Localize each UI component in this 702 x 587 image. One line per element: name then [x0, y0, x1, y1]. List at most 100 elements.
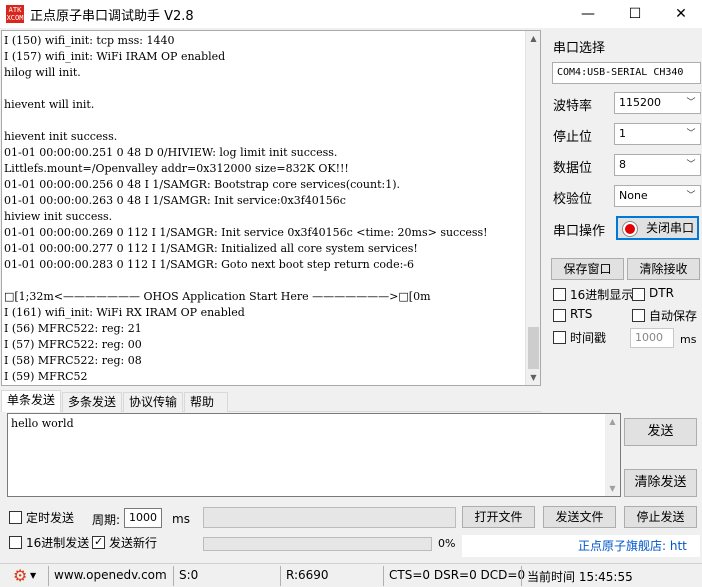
port-status-led-icon — [623, 222, 637, 236]
status-divider — [383, 566, 384, 586]
send-newline-checkbox[interactable] — [92, 535, 105, 549]
period-input[interactable]: 1000 — [124, 508, 162, 528]
data-bits-select[interactable]: 8 ﹀ — [614, 154, 701, 176]
app-window: ATK XCOM 正点原子串口调试助手 V2.8 — ☐ ✕ I (150) w… — [0, 0, 702, 587]
period-unit: ms — [172, 512, 190, 526]
receive-line — [4, 81, 526, 97]
receive-textarea[interactable]: I (150) wifi_init: tcp mss: 1440 I (157) … — [1, 30, 541, 386]
port-select[interactable]: COM4:USB-SERIAL CH340 — [552, 62, 701, 84]
open-file-button[interactable]: 打开文件 — [462, 506, 535, 528]
receive-line: hievent will init. — [4, 98, 95, 111]
receive-line: 01-01 00:00:00.277 0 112 I 1/SAMGR: Init… — [4, 242, 418, 255]
title-bar: ATK XCOM 正点原子串口调试助手 V2.8 — ☐ ✕ — [0, 0, 702, 28]
status-divider — [521, 566, 522, 586]
serial-op-label: 串口操作 — [553, 224, 606, 239]
status-divider — [48, 566, 49, 586]
timestamp-checkbox[interactable] — [553, 331, 566, 344]
data-bits-label: 数据位 — [553, 161, 593, 176]
chevron-down-icon: ﹀ — [684, 186, 698, 206]
scroll-down-icon[interactable]: ▼ — [526, 370, 540, 385]
send-progress-text: 0% — [438, 537, 456, 550]
timestamp-unit: ms — [680, 333, 697, 346]
scroll-up-icon[interactable]: ▲ — [605, 414, 620, 429]
tab-help[interactable]: 帮助 — [184, 392, 228, 412]
send-newline-label: 发送新行 — [109, 536, 158, 550]
receive-line: I (161) wifi_init: WiFi RX IRAM OP enabl… — [4, 306, 245, 319]
dtr-checkbox[interactable] — [632, 288, 645, 301]
chevron-down-icon: ﹀ — [684, 155, 698, 175]
send-tabs: 单条发送 多条发送 协议传输 帮助 — [1, 390, 541, 412]
receive-line: I (58) MFRC522: reg: 08 — [4, 354, 142, 367]
stop-send-button[interactable]: 停止发送 — [624, 506, 697, 528]
receive-line: hiview init success. — [4, 210, 113, 223]
dropdown-arrow-icon[interactable]: ▼ — [30, 571, 36, 580]
stop-bits-select[interactable]: 1 ﹀ — [614, 123, 701, 145]
receive-line: 01-01 00:00:00.263 0 48 I 1/SAMGR: Init … — [4, 194, 346, 207]
port-label: 串口选择 — [553, 41, 606, 56]
close-port-button[interactable]: 关闭串口 — [616, 216, 699, 240]
receive-line — [4, 113, 526, 129]
status-bar: ⚙ ▼ www.openedv.com S:0 R:6690 CTS=0 DSR… — [0, 563, 702, 587]
rts-checkbox[interactable] — [553, 309, 566, 322]
send-scrollbar[interactable]: ▲ ▼ — [605, 414, 620, 496]
scroll-up-icon[interactable]: ▲ — [526, 31, 540, 46]
auto-save-label: 自动保存 — [649, 309, 698, 323]
send-button[interactable]: 发送 — [624, 418, 697, 446]
window-title: 正点原子串口调试助手 V2.8 — [30, 9, 194, 24]
tab-single-send[interactable]: 单条发送 — [1, 390, 61, 412]
close-port-label: 关闭串口 — [646, 221, 695, 235]
status-divider — [280, 566, 281, 586]
baud-value: 115200 — [619, 96, 661, 109]
receive-line: I (157) wifi_init: WiFi IRAM OP enabled — [4, 50, 226, 63]
receive-line: □[1;32m<——————— OHOS Application Start H… — [4, 290, 431, 303]
receive-line: I (150) wifi_init: tcp mss: 1440 — [4, 34, 175, 47]
parity-label: 校验位 — [553, 192, 593, 207]
current-time: 当前时间 15:45:55 — [527, 570, 633, 584]
hex-send-label: 16进制发送 — [26, 536, 90, 550]
send-textarea[interactable]: hello world ▲ ▼ — [7, 413, 621, 497]
hex-display-label: 16进制显示 — [570, 288, 634, 302]
tab-protocol[interactable]: 协议传输 — [123, 392, 183, 412]
app-logo-text: ATK XCOM — [6, 6, 24, 22]
timed-send-label: 定时发送 — [26, 511, 75, 525]
data-bits-value: 8 — [619, 158, 626, 171]
receive-line: 01-01 00:00:00.283 0 112 I 1/SAMGR: Goto… — [4, 258, 414, 271]
timestamp-interval-input[interactable]: 1000 — [630, 328, 674, 348]
sent-count: S:0 — [179, 568, 199, 582]
parity-select[interactable]: None ﹀ — [614, 185, 701, 207]
scroll-down-icon[interactable]: ▼ — [605, 481, 620, 496]
receive-line: 01-01 00:00:00.256 0 48 I 1/SAMGR: Boots… — [4, 178, 400, 191]
rts-label: RTS — [570, 307, 593, 321]
gear-icon[interactable]: ⚙ — [13, 566, 27, 585]
receive-line: Littlefs.mount=/Openvalley addr=0x312000… — [4, 162, 349, 175]
tab-multi-send[interactable]: 多条发送 — [62, 392, 122, 412]
hex-send-checkbox[interactable] — [9, 536, 22, 549]
receive-scrollbar[interactable]: ▲ ▼ — [525, 31, 540, 385]
maximize-icon[interactable]: ☐ — [612, 0, 658, 28]
minimize-icon[interactable]: — — [565, 0, 611, 28]
website-link[interactable]: www.openedv.com — [54, 568, 167, 582]
scroll-thumb[interactable] — [528, 327, 539, 369]
close-icon[interactable]: ✕ — [658, 0, 702, 28]
period-label: 周期: — [92, 513, 121, 527]
save-window-button[interactable]: 保存窗口 — [551, 258, 624, 280]
chevron-down-icon: ﹀ — [684, 124, 698, 144]
parity-value: None — [619, 189, 648, 202]
clear-receive-button[interactable]: 清除接收 — [627, 258, 700, 280]
hex-display-checkbox[interactable] — [553, 288, 566, 301]
port-value: COM4:USB-SERIAL CH340 — [557, 67, 684, 78]
receive-line: 01-01 00:00:00.269 0 112 I 1/SAMGR: Init… — [4, 226, 488, 239]
receive-line: hilog will init. — [4, 66, 81, 79]
auto-save-checkbox[interactable] — [632, 309, 645, 322]
send-file-button[interactable]: 发送文件 — [543, 506, 616, 528]
baud-select[interactable]: 115200 ﹀ — [614, 92, 701, 114]
store-link[interactable]: 正点原子旗舰店: htt — [462, 535, 700, 557]
clear-send-button[interactable]: 清除发送 — [624, 469, 697, 497]
receive-line: I (56) MFRC522: reg: 21 — [4, 322, 142, 335]
receive-line: hievent init success. — [4, 130, 118, 143]
receive-line: 01-01 00:00:00.251 0 48 D 0/HIVIEW: log … — [4, 146, 338, 159]
send-progress-bar — [203, 537, 432, 551]
send-text: hello world — [11, 417, 74, 430]
app-logo-icon: ATK XCOM — [6, 5, 24, 23]
timed-send-checkbox[interactable] — [9, 511, 22, 524]
